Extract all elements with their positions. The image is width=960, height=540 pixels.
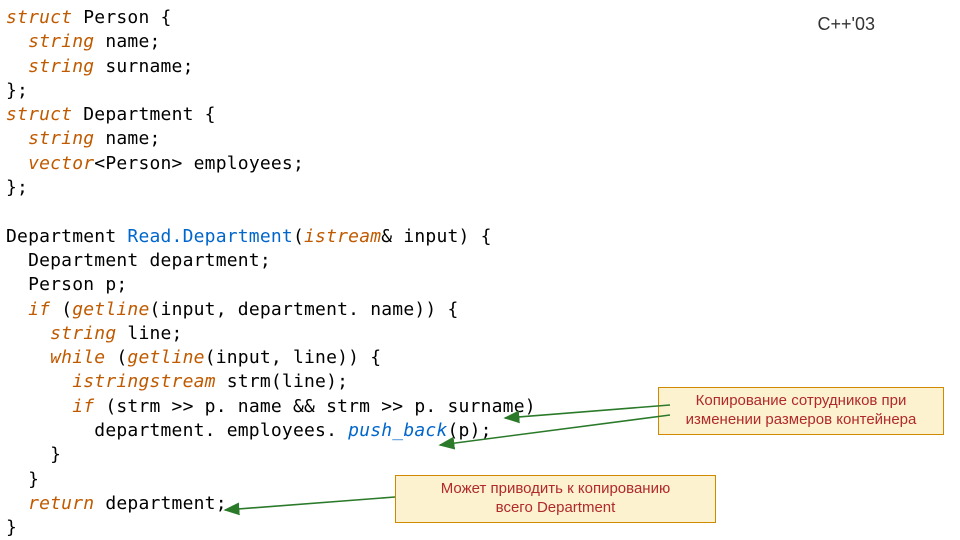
code-token: Department { (72, 104, 215, 125)
code-token: (p); (448, 420, 492, 441)
code-token: string (6, 323, 116, 344)
code-token: getline (127, 347, 204, 368)
code-token: }; (6, 80, 28, 101)
code-token: line; (116, 323, 182, 344)
code-token: string (6, 128, 94, 149)
annotation-text: Может приводить к копированию (441, 480, 670, 497)
code-token: istringstream (6, 371, 216, 392)
code-token: ( (293, 226, 304, 247)
code-token: if (6, 299, 50, 320)
version-label: C++'03 (818, 14, 875, 35)
code-token: name; (94, 128, 160, 149)
code-token: getline (72, 299, 149, 320)
code-token: surname; (94, 56, 193, 77)
annotation-text: Копирование сотрудников при изменении ра… (686, 392, 917, 428)
code-token: if (6, 396, 94, 417)
code-token: (input, department. name)) { (150, 299, 459, 320)
code-token: while (6, 347, 105, 368)
code-token: } (6, 444, 61, 465)
code-token: (strm >> p. name && strm >> p. surname) (94, 396, 535, 417)
code-token: return (6, 493, 94, 514)
code-token: vector (6, 153, 94, 174)
code-token: istream (304, 226, 381, 247)
code-token: ( (50, 299, 72, 320)
code-token: push_back (348, 420, 447, 441)
code-token: } (6, 469, 39, 490)
code-token: struct (6, 7, 72, 28)
code-token: } (6, 517, 17, 538)
annotation-copy-department: Может приводить к копированию всего Depa… (395, 475, 716, 523)
code-token: Person p; (6, 274, 127, 295)
annotation-copy-employees: Копирование сотрудников при изменении ра… (658, 387, 944, 435)
code-token: department; (94, 493, 226, 514)
code-token: string (6, 56, 94, 77)
code-token: Department (6, 226, 127, 247)
code-token: Person { (72, 7, 171, 28)
code-token: }; (6, 177, 28, 198)
annotation-text: всего Department (496, 499, 616, 516)
code-token: (input, line)) { (205, 347, 382, 368)
code-token: string (6, 31, 94, 52)
code-token: strm(line); (216, 371, 348, 392)
code-token: name; (94, 31, 160, 52)
code-token: struct (6, 104, 72, 125)
code-token: Read.Department (127, 226, 293, 247)
code-token: ( (105, 347, 127, 368)
code-token: department. employees. (6, 420, 348, 441)
code-token: & input) { (381, 226, 491, 247)
code-token: Department department; (6, 250, 271, 271)
code-block: struct Person { string name; string surn… (6, 6, 536, 540)
code-token: <Person> employees; (94, 153, 304, 174)
